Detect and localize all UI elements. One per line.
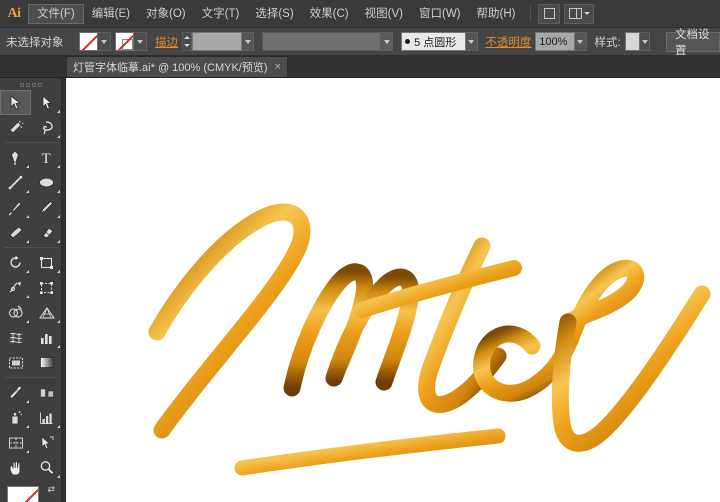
fill-stroke-indicator: ⇄ [0,484,62,502]
opacity-dropdown-icon[interactable] [575,32,587,51]
lasso-tool[interactable] [31,115,62,140]
menu-items: 文件(F) 编辑(E) 对象(O) 文字(T) 选择(S) 效果(C) 视图(V… [28,0,523,28]
menu-item-help[interactable]: 帮助(H) [469,3,524,25]
type-tool[interactable]: T [31,145,62,170]
document-tab-bar: 灯管字体临摹.ai* @ 100% (CMYK/预览) × [0,56,720,78]
scale-tool[interactable] [31,250,62,275]
shape-builder-tool[interactable] [0,300,31,325]
opacity-input[interactable]: 100% [535,32,574,51]
free-transform-tool[interactable] [31,275,62,300]
perspective-grid-tool[interactable] [31,300,62,325]
paintbrush-tool[interactable] [0,195,31,220]
graph-column-tool-2[interactable] [31,405,62,430]
fill-swatch-group[interactable] [79,32,111,51]
stroke-profile-dropdown-icon[interactable] [381,32,393,51]
line-segment-tool[interactable] [0,170,31,195]
tools-grid: T [0,90,62,480]
stroke-swatch-none-icon[interactable] [115,32,134,51]
stroke-swatch-group[interactable] [115,32,147,51]
selection-tool[interactable] [0,90,31,115]
menu-item-edit[interactable]: 编辑(E) [84,3,138,25]
menu-item-view[interactable]: 视图(V) [357,3,411,25]
style-label: 样式: [594,34,620,50]
svg-text:T: T [42,151,51,165]
artboard-tool[interactable] [0,350,31,375]
brush-bullet-icon [405,39,410,44]
stroke-profile-input[interactable] [262,32,381,51]
illustrator-window: Ai 文件(F) 编辑(E) 对象(O) 文字(T) 选择(S) 效果(C) 视… [0,0,720,502]
fill-swatch-none-icon[interactable] [79,32,98,51]
menu-item-object[interactable]: 对象(O) [138,3,194,25]
slice-tool[interactable] [0,430,31,455]
menu-item-type[interactable]: 文字(T) [194,3,248,25]
zoom-tool[interactable] [31,455,62,480]
menubar-divider [530,6,531,22]
eyedropper-tool[interactable] [0,380,31,405]
brush-definition-input[interactable]: 5 点圆形 [401,32,465,51]
control-bar: 未选择对象 描边 5 点圆形 不透明度 100% [0,28,720,56]
mesh-tool[interactable] [0,325,31,350]
document-canvas[interactable] [62,78,720,502]
menu-item-effect[interactable]: 效果(C) [302,3,357,25]
rotate-tool[interactable] [0,250,31,275]
document-setup-button[interactable]: 文档设置 [666,32,720,52]
opacity-link-label[interactable]: 不透明度 [485,34,531,50]
stroke-link-label[interactable]: 描边 [155,34,178,50]
pencil-tool[interactable] [31,195,62,220]
stroke-weight-input[interactable] [192,32,242,51]
swap-fill-stroke-icon[interactable]: ⇄ [47,484,55,495]
app-logo: Ai [0,0,28,28]
blend-tool[interactable] [31,380,62,405]
menu-item-window[interactable]: 窗口(W) [411,3,469,25]
stroke-weight-dropdown-icon[interactable] [242,32,254,51]
gradient-tool[interactable] [31,350,62,375]
tools-panel: T [0,78,62,502]
blob-brush-tool[interactable] [0,220,31,245]
ellipse-tool[interactable] [31,170,62,195]
arrange-documents-icon[interactable] [538,4,560,24]
fill-indicator-none[interactable] [7,486,39,502]
tools-panel-grip[interactable] [0,78,61,90]
perspective-selection-tool[interactable] [31,430,62,455]
direct-selection-tool[interactable] [31,90,62,115]
hand-tool[interactable] [0,455,31,480]
stroke-dropdown-arrow-icon[interactable] [134,32,147,51]
brush-definition-label: 5 点圆形 [414,34,456,50]
eraser-tool[interactable] [31,220,62,245]
stroke-weight-stepper[interactable] [182,32,192,51]
symbol-sprayer-tool[interactable] [0,405,31,430]
document-tab[interactable]: 灯管字体临摹.ai* @ 100% (CMYK/预览) × [66,56,288,77]
menu-bar: Ai 文件(F) 编辑(E) 对象(O) 文字(T) 选择(S) 效果(C) 视… [0,0,720,28]
inter-lettering-artwork[interactable] [62,78,720,502]
magic-wand-tool[interactable] [0,115,31,140]
style-dropdown-icon[interactable] [640,32,650,51]
brush-definition-dropdown-icon[interactable] [466,32,478,51]
pen-tool[interactable] [0,145,31,170]
fill-dropdown-arrow-icon[interactable] [98,32,111,51]
column-graph-tool[interactable] [31,325,62,350]
menu-item-file[interactable]: 文件(F) [28,4,84,24]
style-swatch[interactable] [625,32,640,51]
close-icon[interactable]: × [275,62,281,73]
menubar-right-icons [538,4,606,24]
menu-item-select[interactable]: 选择(S) [247,3,301,25]
document-tab-title: 灯管字体临摹.ai* @ 100% (CMYK/预览) [73,59,268,75]
selection-status-label: 未选择对象 [6,34,64,50]
width-tool[interactable] [0,275,31,300]
workspace-switcher-icon[interactable] [564,4,594,24]
